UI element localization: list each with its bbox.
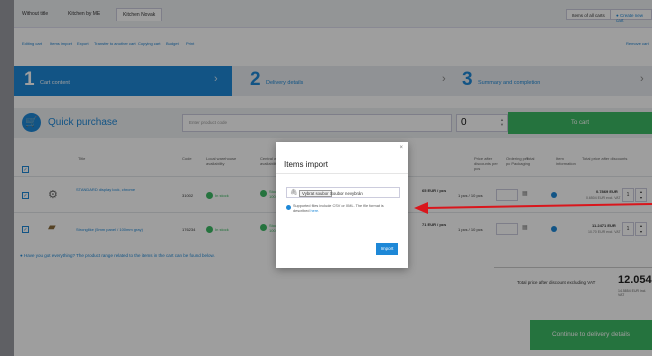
annotation-arrow-icon (414, 202, 652, 214)
